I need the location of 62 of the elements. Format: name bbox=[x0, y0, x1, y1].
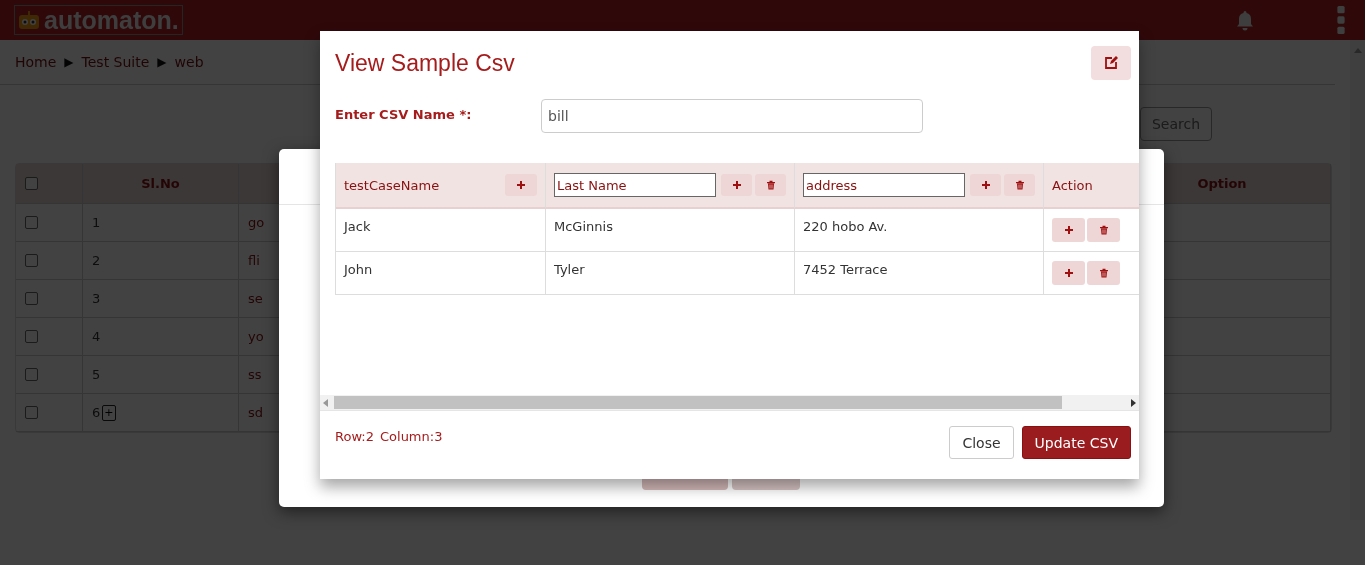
trash-icon bbox=[1014, 180, 1025, 190]
checkbox[interactable] bbox=[25, 292, 38, 305]
dialog-title: View Sample Csv bbox=[335, 49, 515, 77]
edit-icon bbox=[1104, 56, 1118, 70]
trash-icon bbox=[765, 180, 776, 190]
plus-icon bbox=[516, 180, 526, 190]
checkbox[interactable] bbox=[25, 406, 38, 419]
csv-name-field[interactable]: bill bbox=[541, 99, 923, 133]
column-name-field[interactable]: address bbox=[803, 173, 965, 197]
table-cell: ss bbox=[248, 367, 262, 382]
breadcrumb-separator: ▶ bbox=[157, 55, 167, 69]
trash-icon bbox=[1098, 225, 1109, 235]
delete-row-button[interactable] bbox=[1087, 218, 1120, 242]
row-count: Row:2 bbox=[335, 428, 374, 444]
add-column-button[interactable] bbox=[721, 174, 752, 196]
table-cell: Jack bbox=[344, 219, 371, 234]
checkbox[interactable] bbox=[25, 216, 38, 229]
delete-row-button[interactable] bbox=[1087, 261, 1120, 285]
delete-column-button[interactable] bbox=[1004, 174, 1035, 196]
table-cell: fli bbox=[248, 253, 260, 268]
edit-button[interactable] bbox=[1091, 46, 1131, 80]
table-cell: sd bbox=[248, 405, 264, 420]
add-column-button[interactable] bbox=[505, 174, 537, 196]
breadcrumb-separator: ▶ bbox=[64, 55, 74, 69]
expand-button[interactable]: + bbox=[102, 404, 116, 421]
table-cell: 220 hobo Av. bbox=[803, 219, 888, 234]
column-header: Action bbox=[1052, 177, 1094, 193]
add-row-button[interactable] bbox=[1052, 218, 1085, 242]
update-button[interactable]: Update CSV bbox=[1021, 426, 1131, 459]
scroll-left-icon bbox=[323, 398, 328, 407]
add-row-button[interactable] bbox=[1052, 261, 1085, 285]
column-count: Column:3 bbox=[380, 428, 443, 444]
trash-icon bbox=[1098, 268, 1109, 278]
breadcrumb-link[interactable]: web bbox=[174, 54, 204, 70]
scroll-right-icon bbox=[1131, 398, 1136, 407]
bell-icon[interactable] bbox=[1235, 9, 1255, 31]
column-name-field[interactable]: Last Name bbox=[554, 173, 716, 197]
horizontal-scrollbar[interactable] bbox=[320, 395, 1139, 411]
plus-icon bbox=[980, 180, 991, 190]
field-label: Enter CSV Name *: bbox=[335, 106, 473, 124]
table-cell: John bbox=[344, 262, 373, 277]
table-cell: Tyler bbox=[554, 262, 585, 277]
checkbox[interactable] bbox=[25, 368, 38, 381]
table-cell: go bbox=[248, 215, 265, 230]
checkbox[interactable] bbox=[25, 254, 38, 267]
plus-icon bbox=[1063, 225, 1074, 235]
table-cell: McGinnis bbox=[554, 219, 613, 234]
plus-icon bbox=[1063, 268, 1074, 278]
breadcrumb-link[interactable]: Test Suite bbox=[81, 54, 150, 70]
breadcrumb-link[interactable]: Home bbox=[15, 54, 57, 70]
table-cell: 7452 Terrace bbox=[803, 262, 888, 277]
add-column-button[interactable] bbox=[970, 174, 1001, 196]
column-header: testCaseName bbox=[344, 177, 441, 193]
checkbox[interactable] bbox=[25, 177, 38, 190]
robot-icon bbox=[18, 11, 40, 29]
plus-icon bbox=[731, 180, 742, 190]
close-button[interactable]: Close bbox=[949, 426, 1014, 459]
checkbox[interactable] bbox=[25, 330, 38, 343]
menu-icon[interactable] bbox=[1337, 6, 1345, 34]
delete-column-button[interactable] bbox=[755, 174, 786, 196]
table-cell: se bbox=[248, 291, 263, 306]
table-cell: yo bbox=[248, 329, 264, 344]
